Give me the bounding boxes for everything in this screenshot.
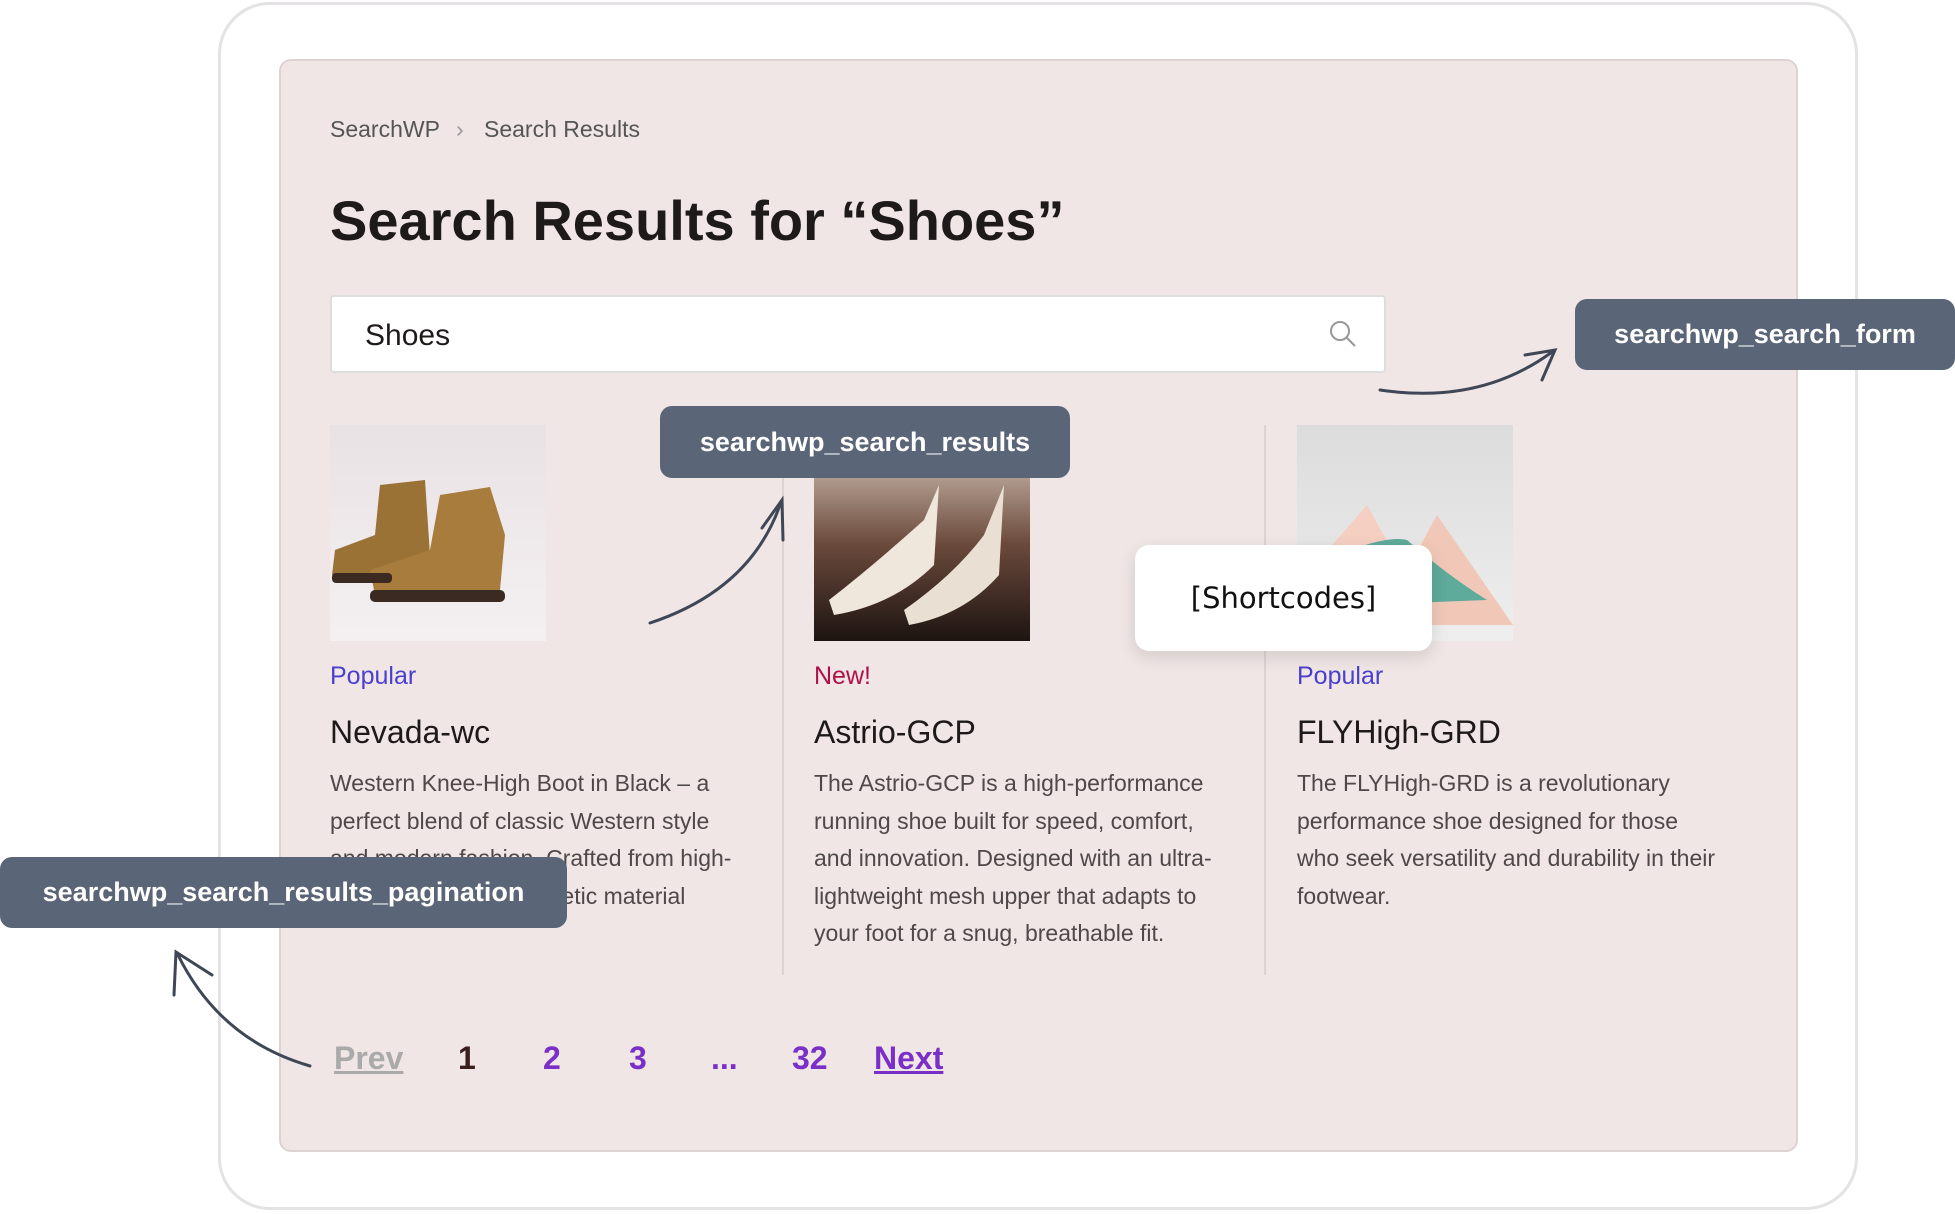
- shortcodes-annotation: [Shortcodes]: [1135, 545, 1432, 651]
- arrow-icon: [176, 953, 312, 1068]
- annotation-arrows: [172, 348, 1558, 1068]
- arrow-icon: [648, 503, 782, 625]
- search-results-annotation: searchwp_search_results: [660, 406, 1070, 478]
- pagination-annotation: searchwp_search_results_pagination: [0, 857, 567, 928]
- search-form-annotation: searchwp_search_form: [1575, 299, 1955, 370]
- arrow-icon: [1378, 350, 1554, 395]
